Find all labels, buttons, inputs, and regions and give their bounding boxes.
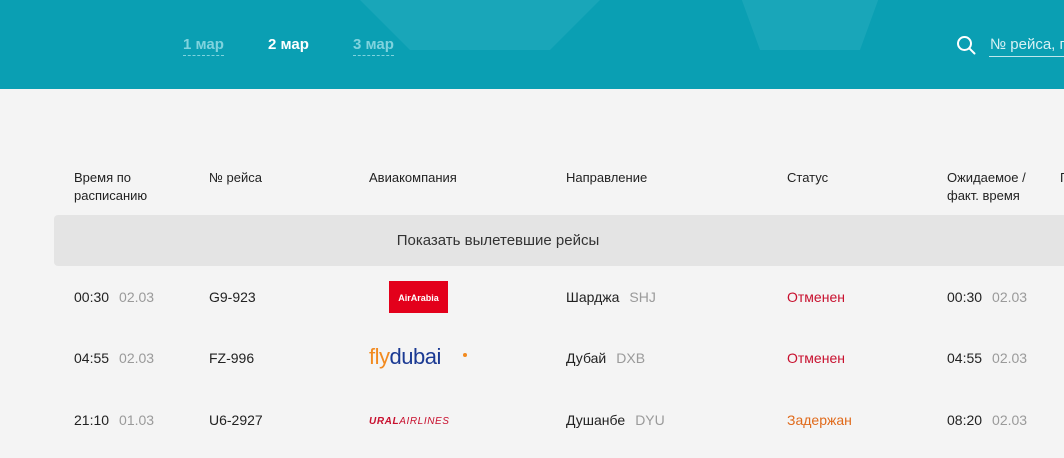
- column-header-actual: Ожидаемое / факт. время: [947, 170, 1026, 203]
- table-row-3-scheduled: 21:10 01.03: [74, 411, 154, 429]
- ural-airlines-logo-text: URALAIRLINES: [369, 416, 450, 427]
- date-tab-1[interactable]: 1 мар: [183, 36, 224, 56]
- table-row-2-destination: Дубай DXB: [566, 349, 645, 367]
- actual-date: 02.03: [992, 289, 1028, 305]
- table-row-2-scheduled: 04:55 02.03: [74, 349, 154, 367]
- column-header-airline: Авиакомпания: [369, 170, 457, 185]
- destination-code: DXB: [616, 350, 646, 366]
- show-departed-button[interactable]: Показать вылетевшие рейсы: [54, 215, 1064, 266]
- destination-city: Шарджа: [566, 289, 620, 305]
- table-row-1-actual: 00:30 02.03: [947, 288, 1027, 306]
- destination-city: Дубай: [566, 350, 607, 366]
- column-header-status: Статус: [787, 170, 829, 185]
- scheduled-date: 02.03: [119, 289, 155, 305]
- actual-date: 02.03: [992, 350, 1028, 366]
- scheduled-date: 02.03: [119, 350, 155, 366]
- actual-time: 04:55: [947, 350, 983, 366]
- flydubai-logo: flydubai: [369, 344, 467, 369]
- table-row-1-destination: Шарджа SHJ: [566, 288, 656, 306]
- scheduled-time: 00:30: [74, 289, 110, 305]
- table-row-1-scheduled: 00:30 02.03: [74, 288, 154, 306]
- date-tab-2-active[interactable]: 2 мар: [268, 36, 309, 55]
- search-input[interactable]: [989, 32, 1064, 57]
- scheduled-time: 21:10: [74, 412, 110, 428]
- destination-code: SHJ: [629, 289, 656, 305]
- table-row-3-status: Задержан: [787, 412, 852, 428]
- flydubai-logo-text: flydubai: [369, 344, 441, 369]
- column-header-scheduled: Время по расписанию: [74, 170, 148, 203]
- show-departed-label: Показать вылетевшие рейсы: [396, 232, 600, 249]
- column-header-flight: № рейса: [209, 170, 263, 185]
- actual-date: 02.03: [992, 412, 1028, 428]
- actual-time: 00:30: [947, 289, 983, 305]
- scheduled-time: 04:55: [74, 350, 110, 366]
- table-row-1-flight[interactable]: G9-923: [209, 288, 256, 306]
- top-bar: 1 мар 2 мар 3 мар: [0, 0, 1064, 89]
- destination-city: Душанбе: [566, 412, 626, 428]
- table-row-2-flight[interactable]: FZ-996: [209, 349, 254, 367]
- ural-airlines-logo: URALAIRLINES: [369, 416, 450, 427]
- table-row-1-status: Отменен: [787, 289, 845, 305]
- column-header-extra: Г: [1060, 170, 1064, 185]
- table-row-2-status: Отменен: [787, 350, 845, 366]
- airarabia-logo: AirArabia: [389, 281, 448, 313]
- table-row-3-destination: Душанбе DYU: [566, 411, 665, 429]
- airarabia-logo-text: AirArabia: [398, 293, 440, 303]
- date-tab-3[interactable]: 3 мар: [353, 36, 394, 56]
- scheduled-date: 01.03: [119, 412, 155, 428]
- destination-code: DYU: [635, 412, 665, 428]
- table-row-3-flight[interactable]: U6-2927: [209, 411, 263, 429]
- table-row-3-actual: 08:20 02.03: [947, 411, 1027, 429]
- table-row-2-actual: 04:55 02.03: [947, 349, 1027, 367]
- actual-time: 08:20: [947, 412, 983, 428]
- column-header-destination: Направление: [566, 170, 648, 185]
- search-icon[interactable]: [956, 35, 976, 55]
